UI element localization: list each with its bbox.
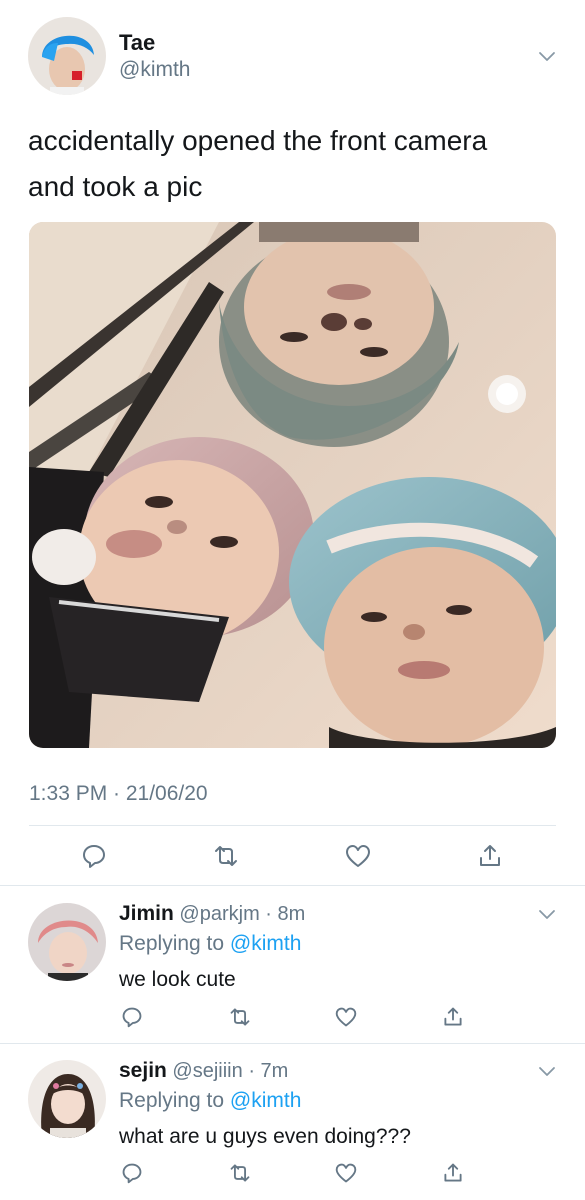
divider [0,1043,585,1044]
replying-to-label: Replying to [119,1089,225,1112]
replying-to: Replying to @kimth [119,932,301,956]
replying-to: Replying to @kimth [119,1089,301,1113]
retweet-icon[interactable] [228,1005,252,1029]
tweet-timestamp[interactable]: 1:33 PM · 21/06/20 [29,782,208,806]
reply-avatar[interactable] [28,903,106,981]
chevron-down-icon[interactable] [538,905,556,923]
divider [0,885,585,886]
like-icon[interactable] [334,1005,358,1029]
reply-author-name[interactable]: sejin [119,1059,167,1082]
like-icon[interactable] [344,842,372,870]
chevron-down-icon[interactable] [538,1062,556,1080]
mention-link[interactable]: @kimth [230,1089,302,1112]
reply-author-handle[interactable]: @sejiiin [172,1060,242,1082]
reply-icon[interactable] [120,1005,144,1029]
reply-icon[interactable] [80,842,108,870]
reply-time: · 7m [248,1060,289,1082]
retweet-icon[interactable] [228,1161,252,1185]
chevron-down-icon[interactable] [538,47,556,65]
author-handle[interactable]: @kimth [119,58,191,82]
divider [29,825,556,826]
tweet-text-line: and took a pic [28,171,203,202]
tweet-text-line: accidentally opened the front camera [28,125,488,156]
reply-time: · 8m [265,903,306,925]
reply-icon[interactable] [120,1161,144,1185]
reply-author-name[interactable]: Jimin [119,902,174,925]
tweet-text: accidentally opened the front camera and… [28,118,558,210]
like-icon[interactable] [334,1161,358,1185]
reply-header: Jimin @parkjm · 8m [119,902,305,926]
reply-text: we look cute [119,968,236,991]
author-name[interactable]: Tae [119,30,155,56]
tweet-photo[interactable] [29,222,556,748]
retweet-icon[interactable] [212,842,240,870]
reply-avatar[interactable] [28,1060,106,1138]
reply-header: sejin @sejiiin · 7m [119,1059,288,1083]
author-avatar[interactable] [28,17,106,95]
mention-link[interactable]: @kimth [230,932,302,955]
share-icon[interactable] [476,842,504,870]
reply-author-handle[interactable]: @parkjm [179,903,259,925]
replying-to-label: Replying to [119,932,225,955]
share-icon[interactable] [441,1005,465,1029]
reply-text: what are u guys even doing??? [119,1125,411,1148]
share-icon[interactable] [441,1161,465,1185]
